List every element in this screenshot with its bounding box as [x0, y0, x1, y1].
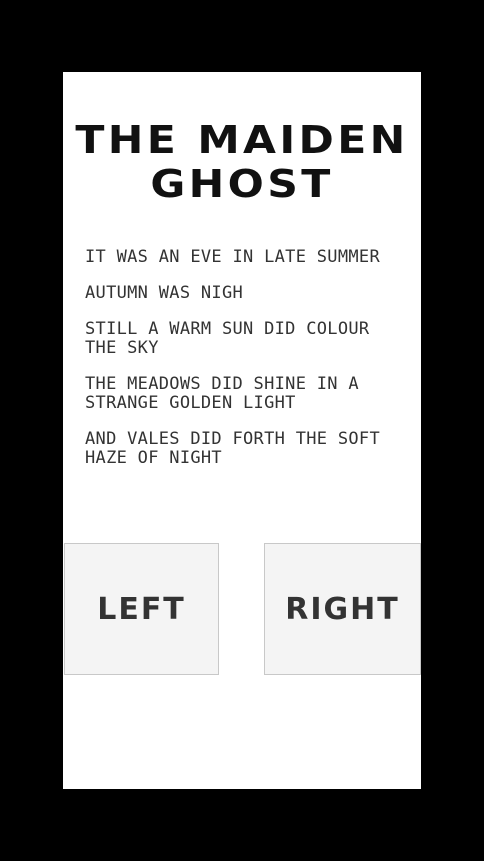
title-line-2: GHOST: [150, 162, 334, 206]
story-line-1: IT WAS AN EVE IN LATE SUMMER: [85, 247, 380, 267]
story-line-4: THE MEADOWS DID SHINE IN A STRANGE GOLDE…: [85, 374, 359, 413]
title-line-1: THE MAIDEN: [75, 118, 409, 162]
game-screen: THE MAIDEN GHOST IT WAS AN EVE IN LATE S…: [63, 72, 421, 789]
story-line-2: AUTUMN WAS NIGH: [85, 283, 244, 303]
story-title: THE MAIDEN GHOST: [63, 118, 421, 206]
story-line-5: AND VALES DID FORTH THE SOFT HAZE OF NIG…: [85, 429, 380, 468]
left-button[interactable]: LEFT: [64, 543, 219, 675]
left-button-label: LEFT: [97, 591, 186, 627]
story-line-3: STILL A WARM SUN DID COLOUR THE SKY: [85, 319, 370, 358]
story-text: IT WAS AN EVE IN LATE SUMMER AUTUMN WAS …: [85, 248, 403, 485]
right-button[interactable]: RIGHT: [264, 543, 421, 675]
right-button-label: RIGHT: [285, 591, 400, 627]
